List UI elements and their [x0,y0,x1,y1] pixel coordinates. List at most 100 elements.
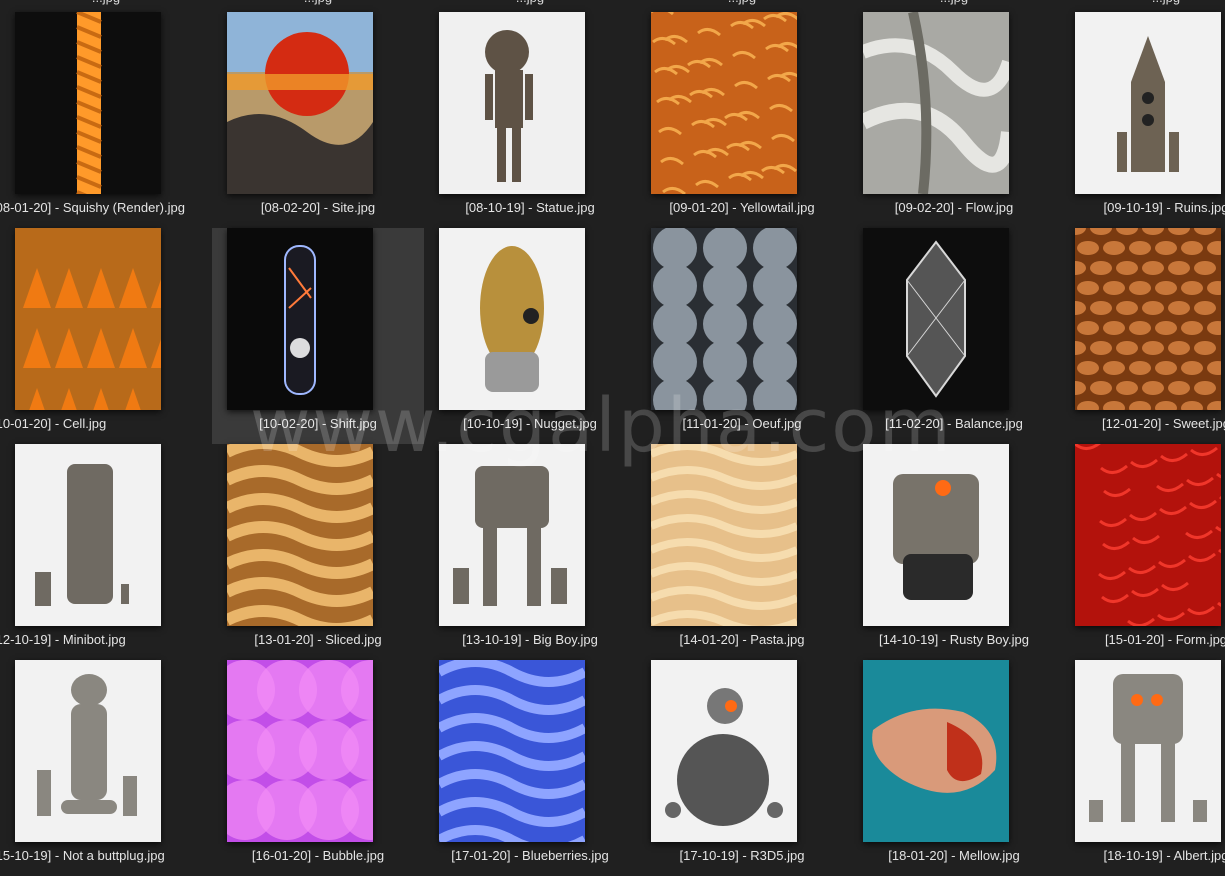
thumbnail-shape [677,734,769,826]
file-tile[interactable]: [18-10-19] - Albert.jpg [1060,660,1225,876]
thumbnail-shape [1181,241,1203,255]
file-tile[interactable]: [08-01-20] - Squishy (Render).jpg [0,12,212,228]
thumbnail-shape [1089,800,1103,822]
file-thumbnail[interactable] [15,12,161,194]
file-tile[interactable]: [14-01-20] - Pasta.jpg [636,444,848,660]
file-tile[interactable]: [12-01-20] - Sweet.jpg [1060,228,1225,444]
thumbnail-shape [1181,321,1203,335]
file-thumbnail[interactable] [651,660,797,842]
thumbnail-shape [512,126,521,182]
thumbnail-shape [485,74,493,120]
file-tile[interactable]: [08-10-19] - Statue.jpg [424,12,636,228]
thumbnail-shape [903,554,973,600]
file-tile[interactable]: [09-02-20] - Flow.jpg [848,12,1060,228]
file-thumbnail[interactable] [439,12,585,194]
file-tile[interactable]: [16-01-20] - Bubble.jpg [212,660,424,876]
thumbnail-image [439,660,585,842]
file-name[interactable]: [09-10-19] - Ruins.jpg [1040,200,1225,215]
file-tile[interactable]: [15-10-19] - Not a buttplug.jpg [0,660,212,876]
file-grid: [08-01-20] - Squishy (Render).jpg [08-02… [0,0,1225,868]
file-thumbnail[interactable] [651,444,797,626]
file-thumbnail[interactable] [15,228,161,410]
thumbnail-shape [67,464,113,604]
file-tile[interactable]: [13-10-19] - Big Boy.jpg [424,444,636,660]
file-thumbnail[interactable] [227,12,373,194]
file-thumbnail[interactable] [15,444,161,626]
file-thumbnail[interactable] [863,660,1009,842]
file-thumbnail[interactable] [863,228,1009,410]
thumbnail-shape [1181,281,1203,295]
thumbnail-shape [703,228,747,270]
file-tile[interactable]: [09-10-19] - Ruins.jpg [1060,12,1225,228]
thumbnail-shape [1142,301,1164,315]
thumbnail-shape [453,568,469,604]
file-tile[interactable]: [14-10-19] - Rusty Boy.jpg [848,444,1060,660]
thumbnail-shape [703,340,747,384]
file-thumbnail[interactable] [439,660,585,842]
thumbnail-shape [725,700,737,712]
file-tile[interactable]: [11-01-20] - Oeuf.jpg [636,228,848,444]
thumbnail-shape [497,126,506,182]
file-thumbnail[interactable] [651,12,797,194]
thumbnail-shape [1142,92,1154,104]
file-tile[interactable]: [13-01-20] - Sliced.jpg [212,444,424,660]
thumbnail-shape [1151,694,1163,706]
thumbnail-shape [1113,674,1183,744]
thumbnail-shape [1142,381,1164,395]
thumbnail-image [651,12,797,194]
file-tile[interactable]: [10-10-19] - Nugget.jpg [424,228,636,444]
thumbnail-shape [1103,321,1125,335]
file-name[interactable]: [08-01-20] - Squishy (Render).jpg [0,200,192,215]
file-name[interactable]: [10-01-20] - Cell.jpg [0,416,192,431]
file-tile[interactable]: [08-02-20] - Site.jpg [212,12,424,228]
thumbnail-image [1075,660,1221,842]
file-thumbnail[interactable] [227,444,373,626]
thumbnail-shape [485,352,539,392]
file-tile[interactable]: [10-02-20] - Shift.jpg [212,228,424,444]
file-thumbnail[interactable] [863,444,1009,626]
thumbnail-image [227,228,373,410]
file-tile[interactable]: [17-10-19] - R3D5.jpg [636,660,848,876]
thumbnail-shape [227,74,373,90]
thumbnail-image [651,660,797,842]
file-name[interactable]: [18-10-19] - Albert.jpg [1040,848,1225,863]
thumbnail-image [1075,12,1221,194]
file-name[interactable]: [15-01-20] - Form.jpg [1040,632,1225,647]
thumbnail-shape [753,228,797,270]
file-thumbnail[interactable] [863,12,1009,194]
file-thumbnail[interactable] [15,660,161,842]
file-tile[interactable]: [18-01-20] - Mellow.jpg [848,660,1060,876]
thumbnail-shape [1194,261,1216,275]
thumbnail-shape [1077,321,1099,335]
thumbnail-shape [483,526,497,606]
thumbnail-shape [703,302,747,346]
thumbnail-shape [1168,301,1190,315]
file-tile[interactable]: [15-01-20] - Form.jpg [1060,444,1225,660]
thumbnail-shape [1116,301,1138,315]
thumbnail-shape [485,30,529,74]
file-thumbnail[interactable] [1075,660,1221,842]
file-tile[interactable]: [11-02-20] - Balance.jpg [848,228,1060,444]
file-thumbnail[interactable] [1075,444,1221,626]
thumbnail-shape [1090,381,1112,395]
file-thumbnail[interactable] [439,444,585,626]
file-tile[interactable]: [17-01-20] - Blueberries.jpg [424,660,636,876]
file-thumbnail[interactable] [227,228,373,410]
file-name[interactable]: [12-01-20] - Sweet.jpg [1040,416,1225,431]
thumbnail-image [863,228,1009,410]
file-thumbnail[interactable] [1075,12,1221,194]
thumbnail-shape [1168,341,1190,355]
file-thumbnail[interactable] [227,660,373,842]
thumbnail-shape [527,526,541,606]
file-thumbnail[interactable] [651,228,797,410]
file-tile[interactable]: [10-01-20] - Cell.jpg [0,228,212,444]
file-tile[interactable]: [09-01-20] - Yellowtail.jpg [636,12,848,228]
file-thumbnail[interactable] [439,228,585,410]
file-name[interactable]: [12-10-19] - Minibot.jpg [0,632,192,647]
thumbnail-shape [753,340,797,384]
file-tile[interactable]: [12-10-19] - Minibot.jpg [0,444,212,660]
file-name[interactable]: [15-10-19] - Not a buttplug.jpg [0,848,192,863]
file-thumbnail[interactable] [1075,228,1221,410]
thumbnail-shape [653,264,697,308]
thumbnail-image [227,12,373,194]
